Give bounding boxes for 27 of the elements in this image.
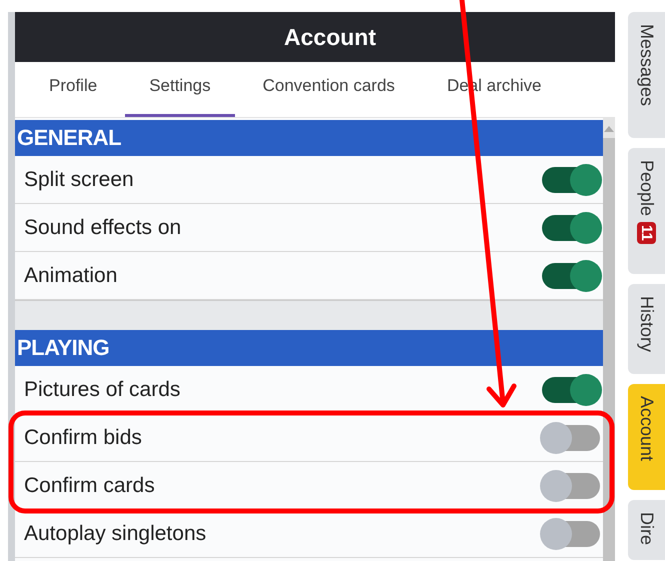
- side-tab[interactable]: Account: [628, 384, 665, 490]
- count-badge: 11: [637, 222, 656, 244]
- setting-label: Autoplay singletons: [24, 522, 206, 546]
- section-header: GENERAL: [15, 120, 603, 156]
- side-tab[interactable]: Messages: [628, 12, 665, 138]
- section-header: PLAYING: [15, 330, 603, 366]
- toggle-switch[interactable]: [542, 166, 600, 192]
- setting-label: Split screen: [24, 168, 134, 192]
- side-tab[interactable]: People 11: [628, 148, 665, 274]
- side-tab[interactable]: Dire: [628, 500, 665, 560]
- setting-label: Pictures of cards: [24, 378, 180, 402]
- toggle-switch[interactable]: [542, 214, 600, 240]
- tab[interactable]: Convention cards: [238, 62, 419, 117]
- side-tab[interactable]: History: [628, 284, 665, 374]
- tab[interactable]: Profile: [25, 62, 122, 117]
- setting-label: Animation: [24, 264, 118, 288]
- toggle-switch[interactable]: [542, 262, 600, 288]
- toggle-switch[interactable]: [542, 520, 600, 546]
- scroll-up-icon[interactable]: [604, 126, 614, 132]
- setting-label: Sound effects on: [24, 216, 182, 240]
- toggle-switch[interactable]: [542, 376, 600, 402]
- setting-label: Confirm cards: [24, 474, 155, 498]
- toggle-switch[interactable]: [542, 472, 600, 498]
- panel-title: Account: [283, 24, 376, 50]
- toggle-switch[interactable]: [542, 424, 600, 450]
- tab[interactable]: Settings: [125, 62, 235, 117]
- setting-label: Confirm bids: [24, 426, 142, 450]
